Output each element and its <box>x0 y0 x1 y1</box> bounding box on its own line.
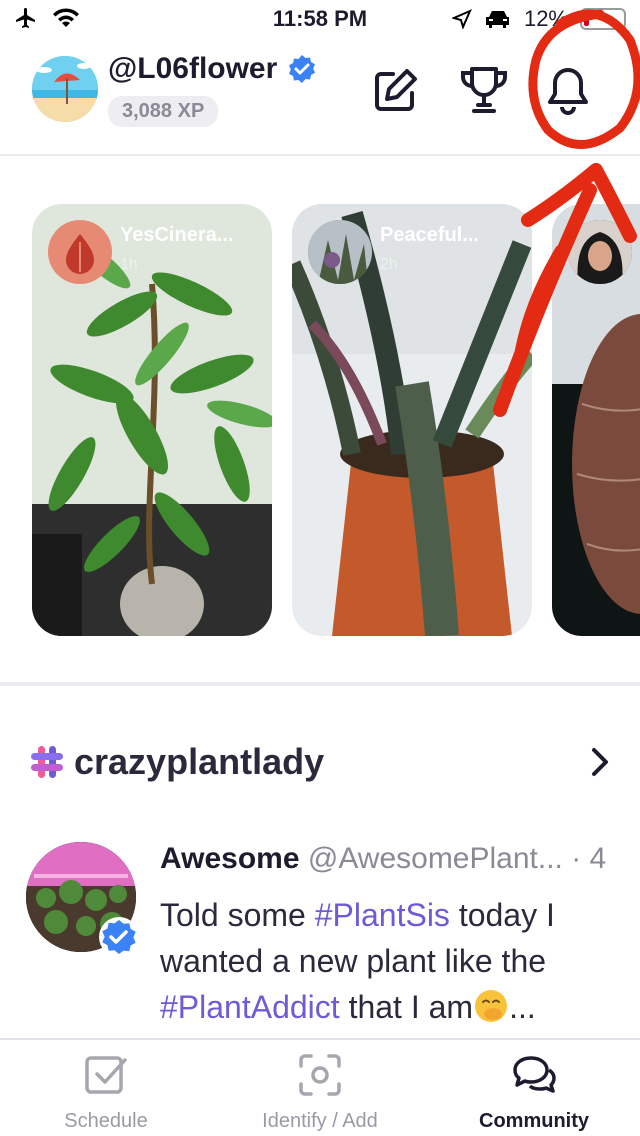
location-arrow-icon <box>451 9 472 29</box>
car-icon <box>485 11 509 28</box>
tab-schedule[interactable]: Schedule <box>6 1052 206 1133</box>
post-hashtag-link[interactable]: #PlantSis <box>315 897 450 933</box>
story-card[interactable] <box>552 204 640 636</box>
trophy-icon <box>461 67 507 113</box>
tab-identify-add[interactable]: Identify / Add <box>220 1052 420 1133</box>
post-author[interactable]: Awesome <box>160 842 300 875</box>
story-username: YesCinera... <box>120 224 234 246</box>
battery-level-fill <box>584 12 589 26</box>
bell-icon <box>548 68 588 115</box>
tab-label: Community <box>479 1110 589 1132</box>
story-avatar <box>48 220 112 284</box>
hand-over-mouth-emoji-icon <box>475 990 508 1022</box>
post-body[interactable]: Told some #PlantSis today I wanted a new… <box>160 892 622 1030</box>
post-handle[interactable]: @AwesomePlant... · 4 <box>308 842 606 875</box>
stories-carousel[interactable]: YesCinera... 1h Peaceful... 2h <box>0 204 640 636</box>
story-avatar-image <box>308 220 372 284</box>
battery-percent: 12% <box>523 6 568 31</box>
story-time: 2h <box>380 256 398 273</box>
post-hashtag-link[interactable]: #PlantAddict <box>160 989 340 1025</box>
tab-label: Identify / Add <box>262 1110 378 1132</box>
hashtag-icon <box>31 746 63 778</box>
story-avatar <box>568 220 632 284</box>
scan-icon <box>299 1054 341 1096</box>
post-header: Awesome @AwesomePlant... · 4 <box>160 842 640 876</box>
hashtag-header[interactable]: crazyplantlady <box>28 738 612 786</box>
status-bar: 11:58 PM 12% <box>0 0 640 40</box>
username: @L06flower <box>108 52 278 85</box>
edit-icon <box>375 69 417 111</box>
trophy-button[interactable] <box>456 62 512 118</box>
checkbox-icon <box>85 1056 127 1094</box>
story-card[interactable]: Peaceful... 2h <box>292 204 532 636</box>
leaf-drop-icon <box>66 234 94 274</box>
profile-header: @L06flower 3,088 XP <box>0 40 640 156</box>
verified-badge-icon <box>289 55 316 83</box>
battery-icon <box>580 8 626 30</box>
notifications-button[interactable] <box>540 62 596 118</box>
section-divider <box>0 682 640 686</box>
beach-avatar-image <box>32 56 98 122</box>
hashtag-title: crazyplantlady <box>74 741 325 782</box>
chevron-right-icon[interactable] <box>588 744 612 780</box>
verified-badge-icon <box>99 917 139 957</box>
chat-bubbles-icon <box>513 1056 556 1093</box>
post-text-segment: that I am <box>339 989 474 1025</box>
story-card[interactable]: YesCinera... 1h <box>32 204 272 636</box>
avatar[interactable] <box>32 56 98 122</box>
story-username: Peaceful... <box>380 224 479 246</box>
story-avatar-image <box>568 220 632 284</box>
post-text-segment: Told some <box>160 897 315 933</box>
tab-community[interactable]: Community <box>434 1052 634 1133</box>
edit-button[interactable] <box>368 62 424 118</box>
story-avatar <box>308 220 372 284</box>
post-text-ellipsis: ... <box>509 989 536 1025</box>
xp-badge: 3,088 XP <box>108 96 219 127</box>
bottom-tab-bar: Schedule Identify / Add Community <box>0 1038 640 1136</box>
tab-label: Schedule <box>64 1110 148 1132</box>
story-time: 1h <box>120 256 138 273</box>
